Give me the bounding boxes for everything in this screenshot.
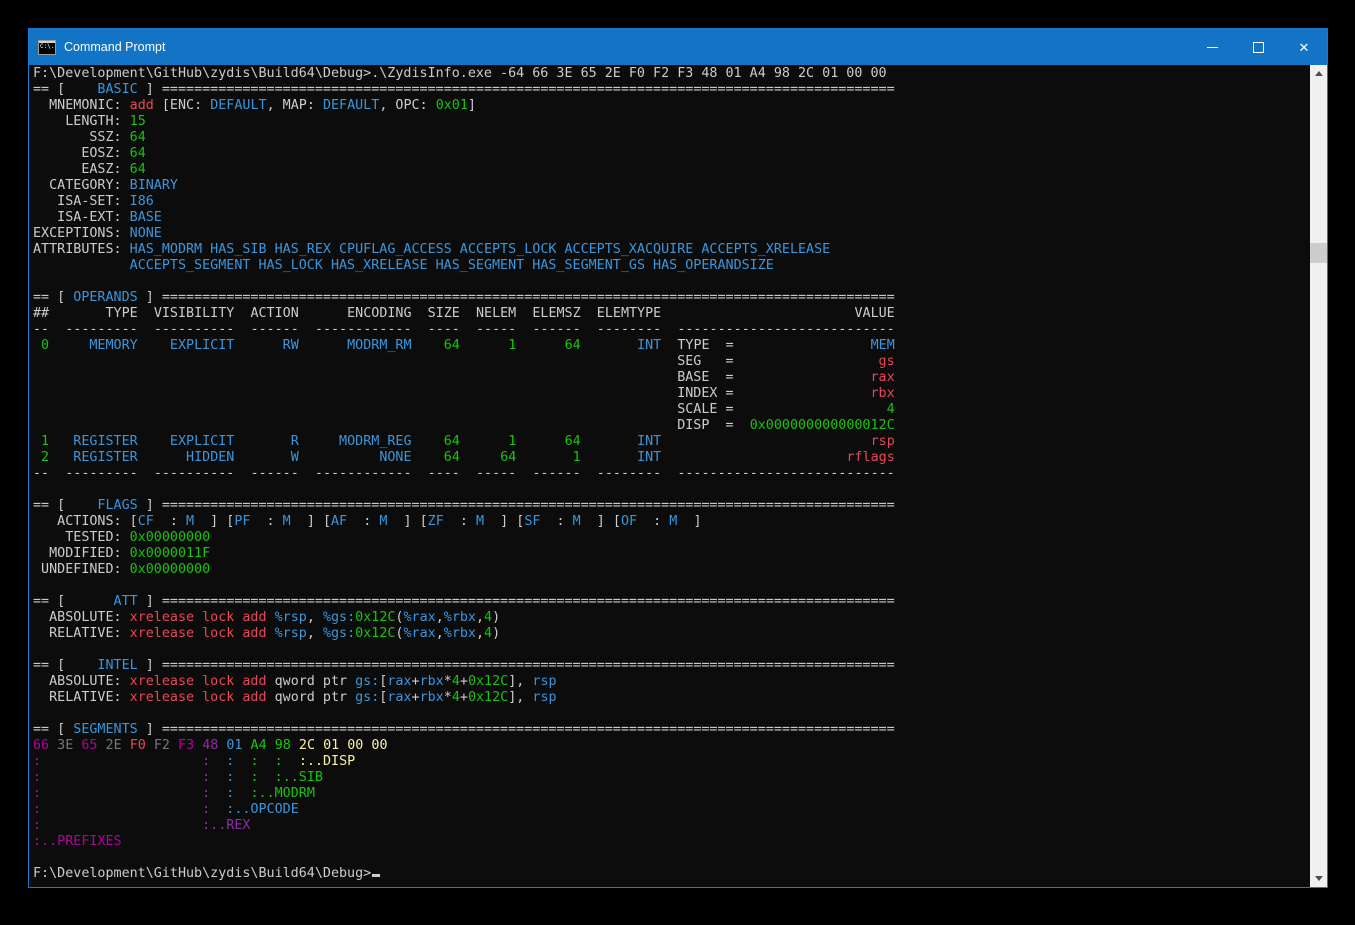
console-line: : : :..OPCODE: [33, 802, 299, 817]
console-line: -- --------- ---------- ------ ---------…: [33, 466, 895, 481]
text-cursor: [372, 874, 380, 877]
console-line: INDEX = rbx: [33, 386, 895, 401]
maximize-button[interactable]: [1235, 29, 1281, 65]
console-line: ABSOLUTE: xrelease lock add qword ptr gs…: [33, 674, 557, 689]
console-line: : : : : :..SIB: [33, 770, 323, 785]
scrollbar-up-button[interactable]: [1310, 65, 1327, 82]
console-line: CATEGORY: BINARY: [33, 178, 178, 193]
console-line: UNDEFINED: 0x00000000: [33, 562, 210, 577]
console-line: DISP = 0x000000000000012C: [33, 418, 895, 433]
console-line: F:\Development\GitHub\zydis\Build64\Debu…: [33, 866, 380, 881]
console-line: ACCEPTS_SEGMENT HAS_LOCK HAS_XRELEASE HA…: [33, 258, 774, 273]
scrollbar-thumb[interactable]: [1310, 243, 1327, 263]
maximize-icon: [1253, 42, 1264, 53]
console-line: -- --------- ---------- ------ ---------…: [33, 322, 895, 337]
console-line: EASZ: 64: [33, 162, 146, 177]
vertical-scrollbar[interactable]: [1310, 65, 1327, 887]
minimize-button[interactable]: [1189, 29, 1235, 65]
console-area[interactable]: F:\Development\GitHub\zydis\Build64\Debu…: [29, 65, 1327, 887]
console-line: == [ INTEL ] ===========================…: [33, 658, 895, 673]
console-line: 1 REGISTER EXPLICIT R MODRM_REG 64 1 64 …: [33, 434, 895, 449]
console-line: MNEMONIC: add [ENC: DEFAULT, MAP: DEFAUL…: [33, 98, 476, 113]
console-line: == [ OPERANDS ] ========================…: [33, 290, 895, 305]
console-line: ACTIONS: [CF : M ] [PF : M ] [AF : M ] […: [33, 514, 702, 529]
console-line: 2 REGISTER HIDDEN W NONE 64 64 1 INT rfl…: [33, 450, 895, 465]
console-line: EOSZ: 64: [33, 146, 146, 161]
console-line: ISA-SET: I86: [33, 194, 154, 209]
cmd-icon: C:\.: [38, 40, 56, 55]
close-icon: ✕: [1299, 41, 1310, 54]
console-line: SCALE = 4: [33, 402, 895, 417]
console-line: 66 3E 65 2E F0 F2 F3 48 01 A4 98 2C 01 0…: [33, 738, 388, 753]
console-line: TESTED: 0x00000000: [33, 530, 210, 545]
console-line: ISA-EXT: BASE: [33, 210, 162, 225]
console-line: ATTRIBUTES: HAS_MODRM HAS_SIB HAS_REX CP…: [33, 242, 830, 257]
close-button[interactable]: ✕: [1281, 29, 1327, 65]
console-line: MODIFIED: 0x0000011F: [33, 546, 210, 561]
console-line: RELATIVE: xrelease lock add %rsp, %gs:0x…: [33, 626, 500, 641]
console-line: SSZ: 64: [33, 130, 146, 145]
terminal-output: F:\Development\GitHub\zydis\Build64\Debu…: [29, 65, 1310, 887]
console-line: == [ BASIC ] ===========================…: [33, 82, 895, 97]
console-line: : : : : : :..DISP: [33, 754, 355, 769]
console-line: LENGTH: 15: [33, 114, 146, 129]
console-line: SEG = gs: [33, 354, 895, 369]
console-line: 0 MEMORY EXPLICIT RW MODRM_RM 64 1 64 IN…: [33, 338, 895, 353]
console-line: BASE = rax: [33, 370, 895, 385]
console-line: == [ FLAGS ] ===========================…: [33, 498, 895, 513]
scrollbar-down-icon: [1315, 876, 1323, 881]
scrollbar-up-icon: [1315, 71, 1323, 76]
console-line: EXCEPTIONS: NONE: [33, 226, 162, 241]
title-bar[interactable]: C:\. Command Prompt ✕: [29, 29, 1327, 65]
console-line: == [ ATT ] =============================…: [33, 594, 895, 609]
minimize-icon: [1207, 47, 1218, 48]
window-controls: ✕: [1189, 29, 1327, 65]
console-line: F:\Development\GitHub\zydis\Build64\Debu…: [33, 66, 887, 81]
command-prompt-window: C:\. Command Prompt ✕ F:\Development\Git…: [28, 28, 1328, 888]
cmd-icon-prompt-text: C:\.: [40, 44, 54, 50]
scrollbar-down-button[interactable]: [1310, 870, 1327, 887]
console-line: ABSOLUTE: xrelease lock add %rsp, %gs:0x…: [33, 610, 500, 625]
console-line: == [ SEGMENTS ] ========================…: [33, 722, 895, 737]
console-line: :..PREFIXES: [33, 834, 122, 849]
console-line: ## TYPE VISIBILITY ACTION ENCODING SIZE …: [33, 306, 895, 321]
console-line: : : : :..MODRM: [33, 786, 315, 801]
window-title: Command Prompt: [64, 40, 165, 54]
console-line: RELATIVE: xrelease lock add qword ptr gs…: [33, 690, 557, 705]
console-line: : :..REX: [33, 818, 250, 833]
